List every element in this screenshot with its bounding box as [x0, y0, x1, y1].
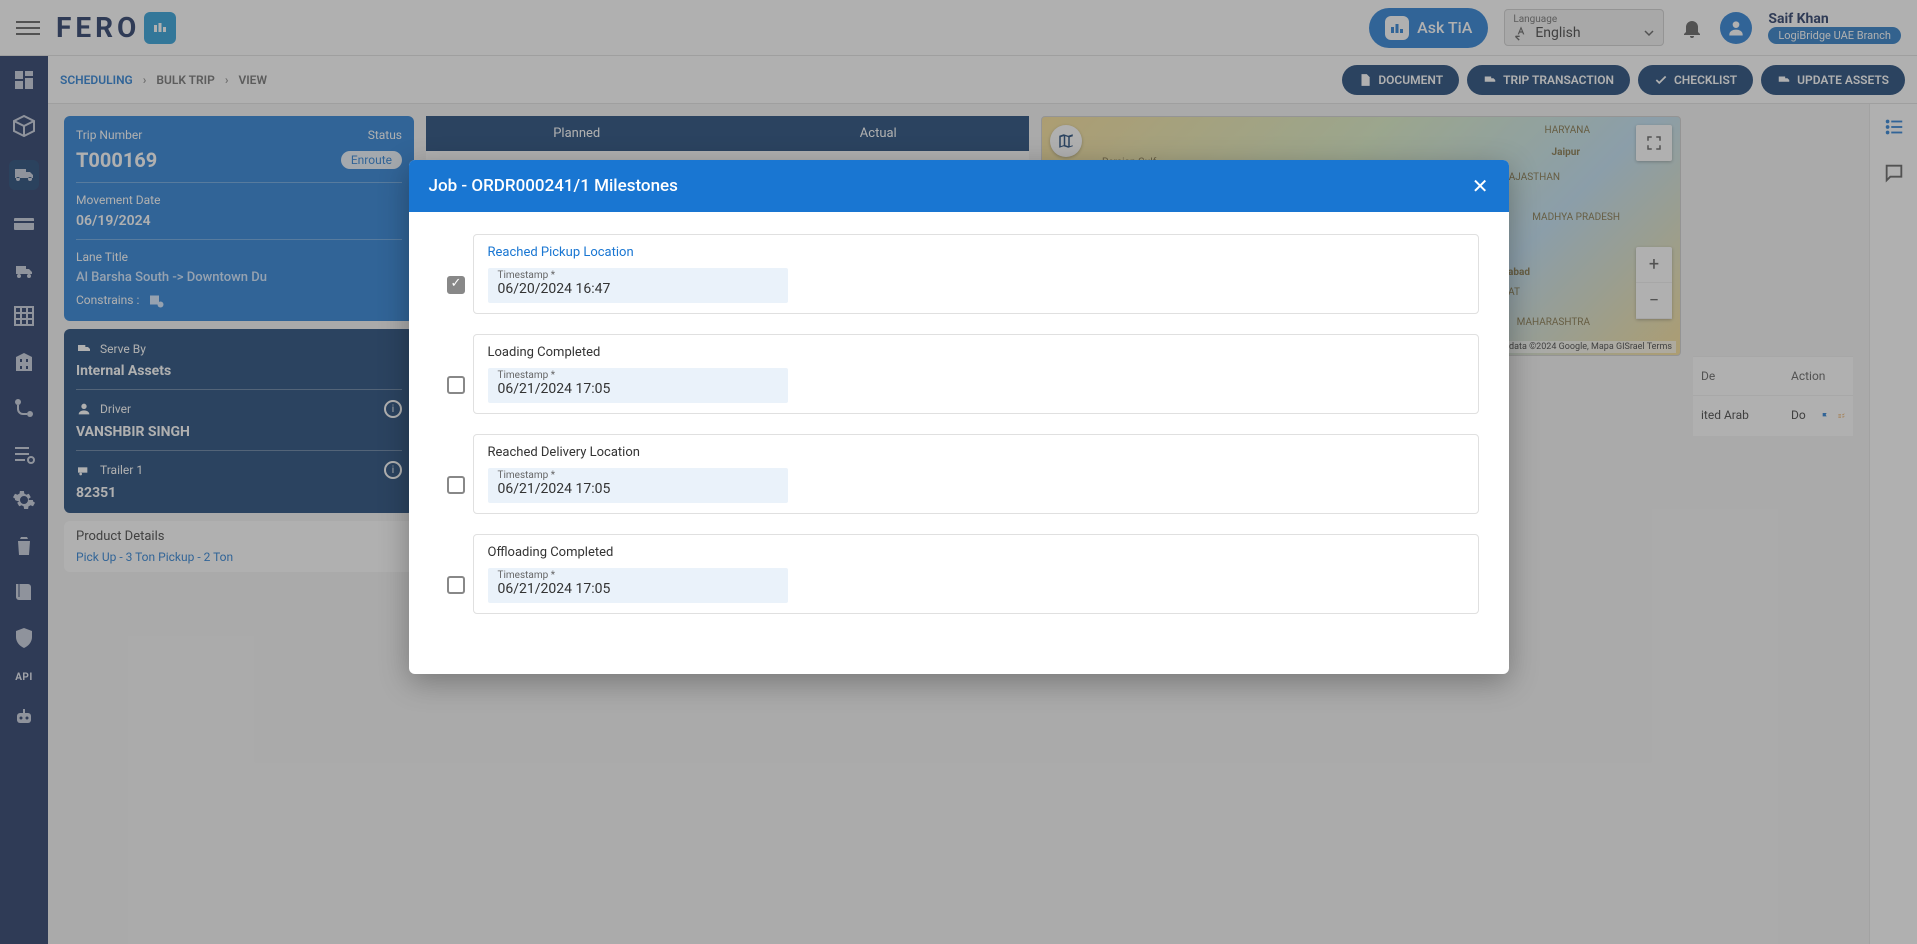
- milestone-list: Reached Pickup LocationTimestamp *06/20/…: [439, 234, 1479, 634]
- timestamp-field[interactable]: Timestamp *06/20/2024 16:47: [488, 268, 788, 303]
- milestone-card: Offloading CompletedTimestamp *06/21/202…: [473, 534, 1479, 614]
- modal-title: Job - ORDR000241/1 Milestones: [429, 176, 678, 196]
- timestamp-value: 06/21/2024 17:05: [498, 381, 778, 397]
- milestone-title: Reached Delivery Location: [474, 441, 1478, 468]
- timestamp-label: Timestamp *: [498, 370, 778, 381]
- timestamp-value: 06/21/2024 17:05: [498, 481, 778, 497]
- timestamp-value: 06/20/2024 16:47: [498, 281, 778, 297]
- milestone-row: Loading CompletedTimestamp *06/21/2024 1…: [439, 334, 1479, 434]
- milestone-title: Loading Completed: [474, 341, 1478, 368]
- timestamp-label: Timestamp *: [498, 470, 778, 481]
- timestamp-label: Timestamp *: [498, 570, 778, 581]
- timestamp-value: 06/21/2024 17:05: [498, 581, 778, 597]
- milestone-row: Reached Delivery LocationTimestamp *06/2…: [439, 434, 1479, 534]
- close-icon[interactable]: ✕: [1472, 174, 1489, 198]
- milestone-checkbox[interactable]: [447, 376, 465, 394]
- timestamp-field[interactable]: Timestamp *06/21/2024 17:05: [488, 468, 788, 503]
- milestone-row: Offloading CompletedTimestamp *06/21/202…: [439, 534, 1479, 634]
- milestone-title: Offloading Completed: [474, 541, 1478, 568]
- milestone-row: Reached Pickup LocationTimestamp *06/20/…: [439, 234, 1479, 334]
- milestone-checkbox[interactable]: [447, 576, 465, 594]
- milestone-checkbox[interactable]: [447, 276, 465, 294]
- milestones-modal: Job - ORDR000241/1 Milestones ✕ Reached …: [409, 160, 1509, 674]
- timestamp-label: Timestamp *: [498, 270, 778, 281]
- milestone-card: Reached Pickup LocationTimestamp *06/20/…: [473, 234, 1479, 314]
- milestone-card: Loading CompletedTimestamp *06/21/2024 1…: [473, 334, 1479, 414]
- milestone-card: Reached Delivery LocationTimestamp *06/2…: [473, 434, 1479, 514]
- milestone-title: Reached Pickup Location: [474, 241, 1478, 268]
- timestamp-field[interactable]: Timestamp *06/21/2024 17:05: [488, 368, 788, 403]
- modal-overlay[interactable]: Job - ORDR000241/1 Milestones ✕ Reached …: [0, 0, 1917, 944]
- timestamp-field[interactable]: Timestamp *06/21/2024 17:05: [488, 568, 788, 603]
- milestone-checkbox[interactable]: [447, 476, 465, 494]
